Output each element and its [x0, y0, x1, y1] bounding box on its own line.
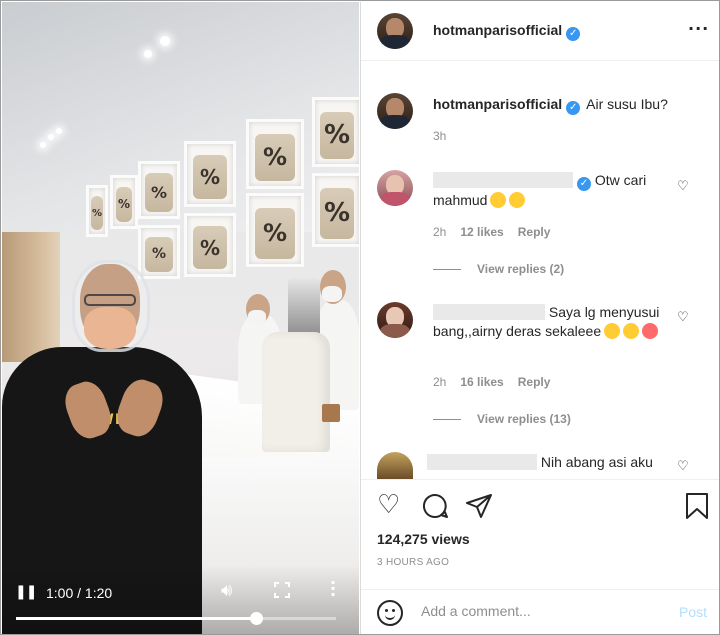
verified-badge-icon: ✓ [566, 101, 581, 115]
percent-jar: % [255, 208, 295, 259]
percent-jar: % [192, 226, 228, 270]
wood-wall [2, 232, 60, 362]
pause-icon[interactable]: ❚❚ [15, 584, 37, 600]
heart-icon[interactable]: ♡ [377, 490, 400, 520]
comment-2-meta: 2h 16 likes Reply [433, 375, 564, 389]
grinder-hopper [288, 278, 320, 338]
video-player[interactable]: % % % % % % % % % % 'YWI ❚❚ 1: [2, 2, 359, 634]
ceiling-light [144, 50, 152, 58]
video-progress-bar[interactable] [16, 612, 336, 625]
ceiling-light [56, 128, 62, 134]
man-face-shield [72, 260, 150, 352]
comment-1-meta: 2h 12 likes Reply [433, 225, 564, 239]
comment-2-reply-button[interactable]: Reply [518, 375, 551, 389]
percent-jar: % [320, 188, 354, 239]
author-avatar[interactable] [377, 13, 413, 49]
author-username[interactable]: hotmanparisofficial ✓ [433, 22, 581, 41]
percent-jar: % [90, 196, 104, 231]
volume-icon[interactable]: 🔊︎ [221, 580, 232, 601]
laughing-emoji-icon [623, 323, 640, 339]
jar-shelf: % % % % % % % % % % [80, 97, 359, 287]
comment-input[interactable] [421, 603, 661, 619]
post-header: hotmanparisofficial ✓ ··· [361, 2, 719, 61]
verified-badge-icon: ✓ [566, 27, 581, 41]
instagram-post-window: % % % % % % % % % % 'YWI ❚❚ 1: [0, 0, 720, 635]
add-comment-bar: Post [361, 589, 719, 634]
comment-1-reply-button[interactable]: Reply [518, 225, 551, 239]
ceiling-light [40, 142, 46, 148]
laughing-emoji-icon [490, 192, 507, 208]
view-count[interactable]: 124,275 views [377, 531, 470, 547]
redacted-username [433, 172, 573, 188]
percent-jar: % [145, 236, 173, 273]
coffee-grinder [262, 332, 330, 452]
commenter-avatar[interactable] [377, 170, 413, 206]
comment-3: Nih abang asi aku [427, 453, 667, 477]
redacted-username [433, 304, 545, 320]
comment-2-likes[interactable]: 16 likes [460, 375, 503, 389]
video-progress-handle[interactable] [250, 612, 263, 625]
post-actions: ♡ 124,275 views 3 HOURS AGO [361, 479, 719, 589]
author-username-text: hotmanparisofficial [433, 22, 563, 38]
percent-jar: % [192, 154, 228, 200]
post-timestamp: 3 HOURS AGO [377, 557, 450, 568]
video-progress-fill [16, 617, 256, 620]
video-time: 1:00 / 1:20 [46, 585, 113, 601]
percent-jar: % [115, 186, 133, 223]
bookmark-icon[interactable] [685, 492, 711, 520]
caption-avatar[interactable] [377, 93, 413, 129]
barista-mask [248, 310, 266, 324]
percent-jar: % [145, 173, 173, 212]
comment-1-likes[interactable]: 12 likes [460, 225, 503, 239]
laughing-emoji-icon [604, 323, 621, 339]
view-replies-button[interactable]: View replies (13) [433, 412, 571, 426]
fullscreen-icon[interactable] [274, 582, 290, 598]
caption-age: 3h [433, 129, 447, 143]
comment-like-heart-icon[interactable]: ♡ [677, 179, 689, 194]
laughing-emoji-icon [509, 192, 526, 208]
caption-username[interactable]: hotmanparisofficial [433, 96, 562, 112]
comment-icon[interactable] [421, 492, 449, 520]
share-icon[interactable] [465, 492, 493, 520]
comment-2-age: 2h [433, 375, 447, 389]
percent-jar: % [255, 133, 295, 181]
redacted-username [427, 454, 537, 470]
comment-like-heart-icon[interactable]: ♡ [677, 459, 689, 474]
comment-like-heart-icon[interactable]: ♡ [677, 310, 689, 325]
more-options-icon[interactable]: ··· [688, 19, 709, 38]
post-panel: hotmanparisofficial ✓ ··· hotmanparisoffi… [360, 2, 719, 634]
coffee-cup [322, 404, 340, 422]
heart-eyes-emoji-icon [642, 323, 659, 339]
commenter-avatar[interactable] [377, 302, 413, 338]
comment-1-age: 2h [433, 225, 447, 239]
post-comment-button[interactable]: Post [679, 604, 707, 620]
video-more-icon[interactable]: · · · [330, 575, 336, 603]
barista-mask [322, 286, 342, 302]
percent-jar: % [320, 111, 354, 159]
commenter-avatar[interactable] [377, 452, 413, 479]
caption-text: Air susu Ibu? [586, 96, 668, 112]
caption-line: hotmanparisofficial ✓ Air susu Ibu? [433, 96, 668, 115]
comment-2: Saya lg menyusui bang,,airny deras sekal… [433, 303, 665, 341]
view-replies-button[interactable]: View replies (2) [433, 262, 564, 276]
verified-badge-icon: ✓ [577, 177, 591, 191]
ceiling-light [160, 36, 170, 46]
ceiling-light [48, 134, 54, 140]
comment-3-text: Nih abang asi aku [540, 454, 653, 470]
smiley-icon[interactable] [377, 600, 403, 626]
comment-1: ✓ Otw cari mahmud [433, 171, 665, 210]
